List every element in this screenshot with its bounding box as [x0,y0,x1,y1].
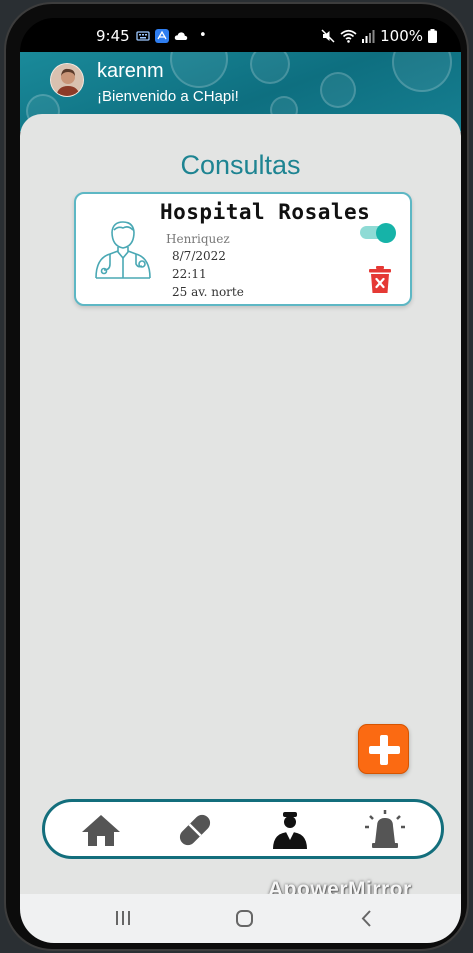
status-time: 9:45 [96,27,130,45]
app-store-icon [155,28,169,43]
nav-home[interactable] [79,810,123,850]
nav-medications[interactable] [173,810,217,850]
battery-icon [428,29,437,43]
wifi-icon [340,29,357,43]
bottom-navigation [42,799,444,859]
appointment-address: 25 av. norte [172,285,244,299]
keyboard-icon [136,30,150,41]
page-title: Consultas [180,150,301,180]
cloud-icon [174,31,188,40]
doctor-icon [273,812,307,849]
recent-apps-icon[interactable] [108,908,138,930]
appointment-card[interactable]: Hospital Rosales Henriquez 8/7/2022 22:1… [74,192,412,306]
pill-icon [179,814,211,846]
status-dot: • [199,28,207,43]
doctor-avatar-icon [95,221,151,279]
battery-percent: 100% [380,27,423,45]
phone-frame: 9:45 • 100% karenm ¡Bienvenido a CHapi! … [4,2,469,951]
screen: 9:45 • 100% karenm ¡Bienvenido a CHapi! … [20,18,461,943]
status-system-icons: 100% [321,27,437,45]
status-notification-icons: • [136,28,207,43]
appointment-time: 22:11 [172,267,207,281]
mute-icon [321,29,335,43]
hospital-name: Hospital Rosales [160,200,371,224]
appointment-date: 8/7/2022 [172,249,226,263]
delete-icon[interactable] [369,266,391,293]
username: karenm [97,60,164,82]
doctor-name: Henriquez [166,232,230,246]
user-avatar-icon [51,64,83,96]
status-bar: 9:45 • 100% [20,18,461,52]
home-icon [82,815,120,846]
nav-emergency[interactable] [363,810,407,850]
alarm-light-icon [365,810,405,848]
add-appointment-button[interactable] [358,724,409,774]
main-content: Consultas Hospital Rosales Henriquez 8/7… [20,114,461,901]
home-button-icon[interactable] [229,908,259,930]
welcome-message: ¡Bienvenido a CHapi! [97,88,239,105]
back-icon[interactable] [352,908,382,930]
reminder-toggle[interactable] [360,223,396,243]
avatar[interactable] [50,63,84,97]
system-navigation-bar [20,894,461,943]
nav-appointments[interactable] [268,810,312,850]
signal-icon [362,29,375,43]
